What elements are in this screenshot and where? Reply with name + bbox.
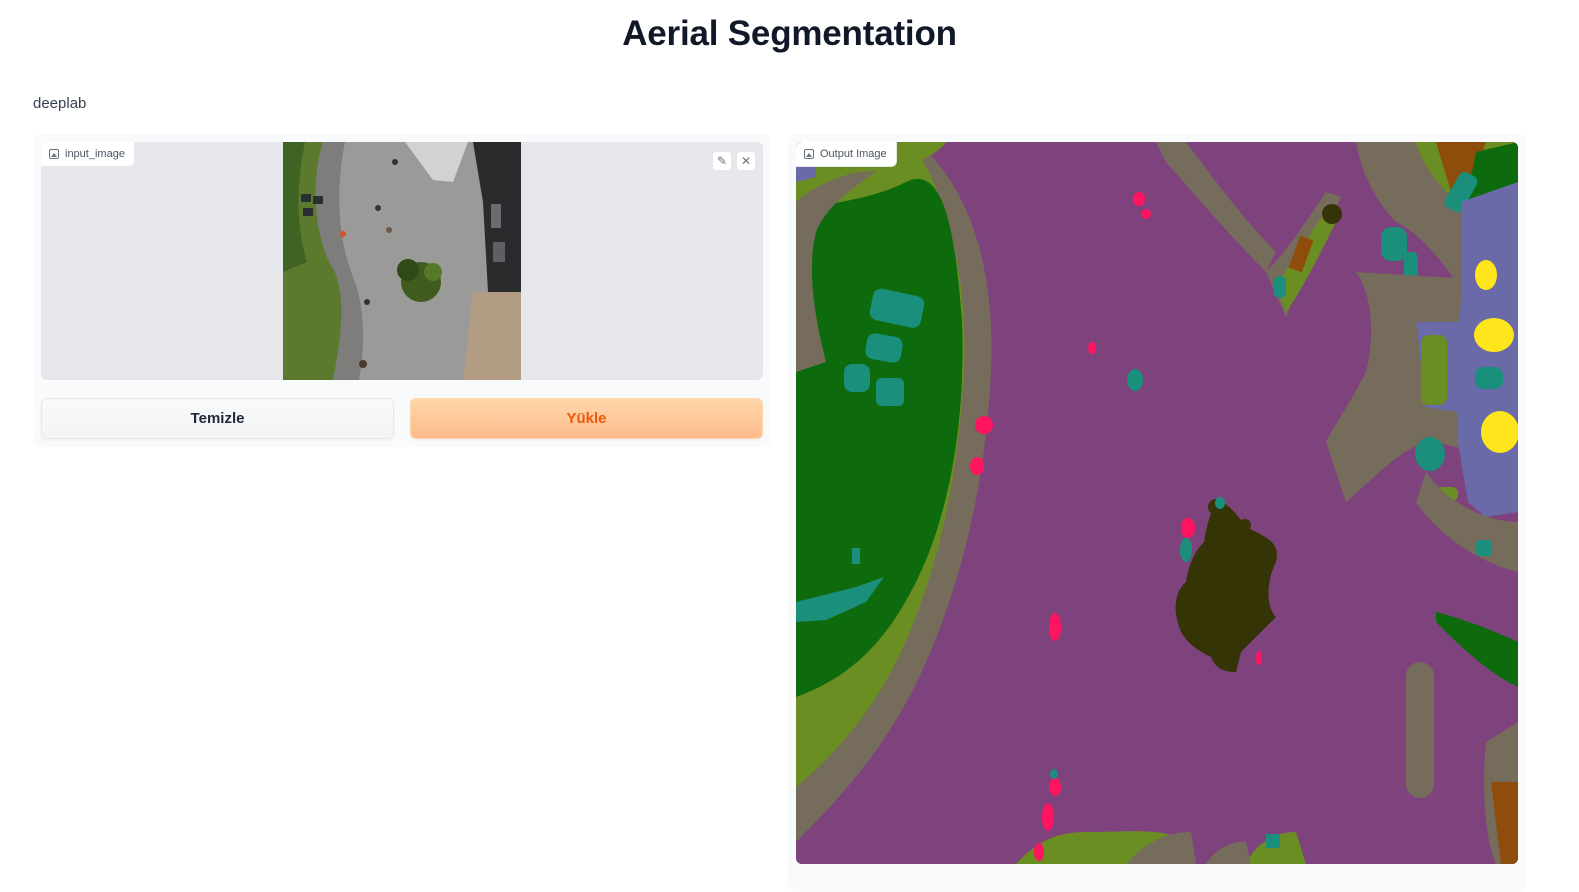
page-title: Aerial Segmentation [622, 14, 957, 53]
pencil-icon: ✎ [716, 154, 728, 168]
input-image-label-text: input_image [65, 148, 125, 160]
output-image-label: Output Image [796, 142, 897, 167]
edit-image-button[interactable]: ✎ [712, 151, 732, 171]
input-image-dropzone[interactable]: input_image ✎ ✕ [41, 142, 763, 380]
remove-image-button[interactable]: ✕ [736, 151, 756, 171]
submit-button[interactable]: Yükle [410, 398, 763, 439]
output-image: Output Image [796, 142, 1518, 864]
input-image-label: input_image [41, 142, 135, 167]
output-panel: Output Image [788, 134, 1526, 892]
output-image-label-text: Output Image [820, 148, 887, 160]
input-aerial-photo [283, 142, 521, 380]
model-description: deeplab [33, 95, 87, 112]
image-icon [804, 149, 814, 159]
clear-button[interactable]: Temizle [41, 398, 394, 439]
input-panel: input_image ✎ ✕ Temizle Yükle [33, 134, 771, 447]
image-icon [49, 149, 59, 159]
segmentation-mask [796, 142, 1518, 864]
close-icon: ✕ [740, 154, 752, 168]
